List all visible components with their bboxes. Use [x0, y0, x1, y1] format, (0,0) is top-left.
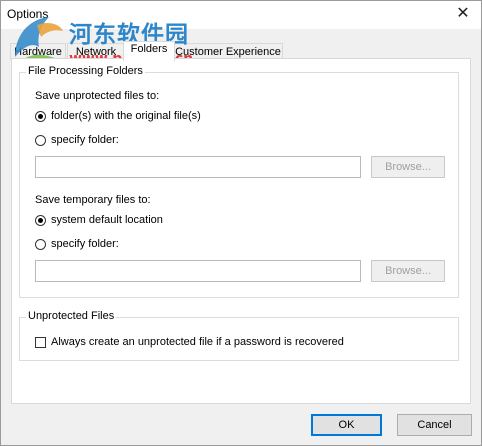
dialog-title: Options [7, 7, 49, 21]
title-bar[interactable]: Options ✕ [1, 1, 481, 29]
browse-temporary-button[interactable]: Browse... [371, 260, 445, 282]
always-create-unprotected-label[interactable]: Always create an unprotected file if a p… [51, 336, 344, 348]
radio-selected-dot [38, 114, 43, 119]
folders-tab-panel: File Processing Folders Save unprotected… [11, 58, 471, 404]
radio-specify-unprotected-folder-label[interactable]: specify folder: [51, 134, 119, 146]
cancel-button[interactable]: Cancel [397, 414, 472, 436]
file-processing-group-label: File Processing Folders [26, 65, 145, 77]
tab-folders[interactable]: Folders [123, 41, 175, 61]
file-processing-group: File Processing Folders Save unprotected… [19, 65, 459, 298]
temporary-folder-input[interactable] [35, 260, 361, 282]
save-unprotected-label: Save unprotected files to: [35, 90, 160, 102]
save-temporary-label: Save temporary files to: [35, 194, 151, 206]
radio-specify-temporary-folder-label[interactable]: specify folder: [51, 238, 119, 250]
unprotected-files-group-label: Unprotected Files [26, 310, 117, 322]
radio-system-default-label[interactable]: system default location [51, 214, 163, 226]
radio-original-folder[interactable] [35, 111, 46, 122]
ok-button[interactable]: OK [311, 414, 382, 436]
radio-original-folder-label[interactable]: folder(s) with the original file(s) [51, 110, 201, 122]
always-create-unprotected-checkbox[interactable] [35, 337, 46, 348]
radio-system-default[interactable] [35, 215, 46, 226]
browse-unprotected-button[interactable]: Browse... [371, 156, 445, 178]
radio-specify-temporary-folder[interactable] [35, 239, 46, 250]
close-button[interactable]: ✕ [449, 3, 477, 25]
unprotected-folder-input[interactable] [35, 156, 361, 178]
radio-specify-unprotected-folder[interactable] [35, 135, 46, 146]
options-dialog: Options ✕ Hardware Network Folders Custo… [0, 0, 482, 446]
radio-selected-dot [38, 218, 43, 223]
unprotected-files-group: Unprotected Files Always create an unpro… [19, 310, 459, 361]
